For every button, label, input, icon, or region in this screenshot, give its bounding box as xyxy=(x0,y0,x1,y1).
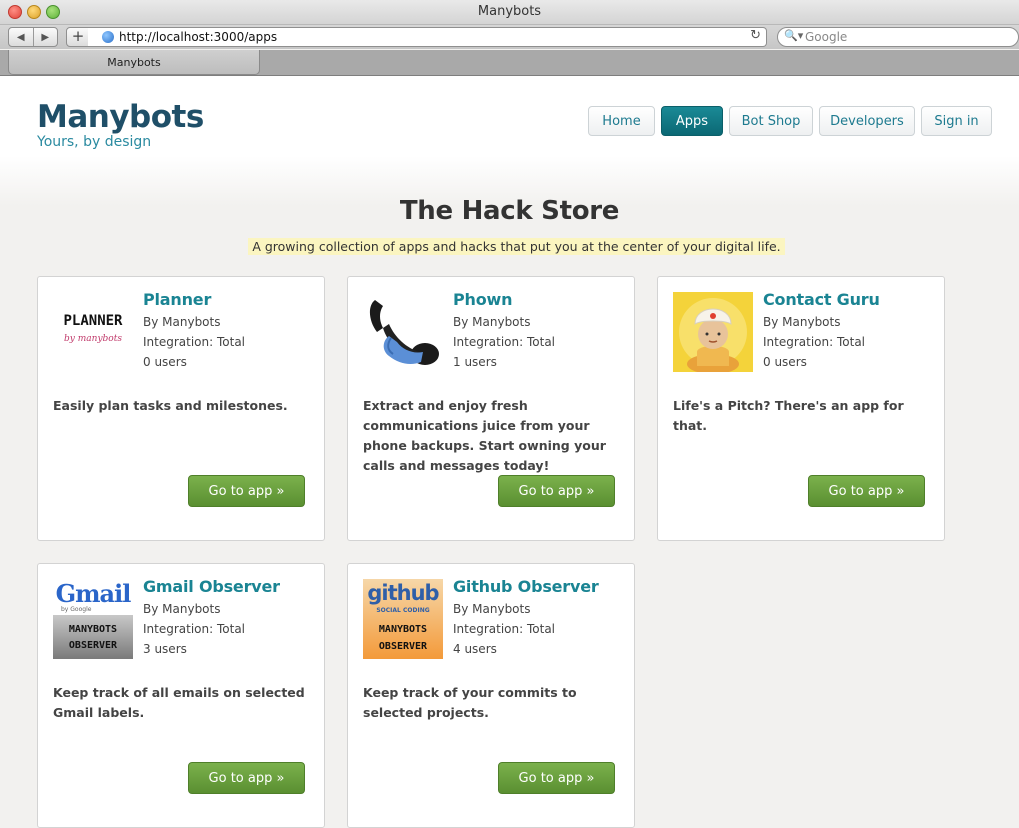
go-to-app-button[interactable]: Go to app » xyxy=(808,475,925,507)
app-card-contact-guru: Contact Guru By Manybots Integration: To… xyxy=(657,276,945,541)
guru-icon xyxy=(673,292,753,372)
subtitle-wrap: A growing collection of apps and hacks t… xyxy=(0,236,1019,255)
planner-logo-icon: PLANNER by manybots xyxy=(53,292,133,372)
app-users: 0 users xyxy=(143,355,187,369)
app-integration: Integration: Total xyxy=(763,335,866,349)
app-author: By Manybots xyxy=(143,315,221,329)
app-description: Keep track of all emails on selected Gma… xyxy=(53,685,305,720)
app-integration: Integration: Total xyxy=(453,335,556,349)
search-field[interactable]: 🔍▾ Google xyxy=(777,27,1019,47)
url-text: http://localhost:3000/apps xyxy=(119,30,278,44)
app-author: By Manybots xyxy=(763,315,841,329)
forward-button[interactable]: ▶ xyxy=(32,28,58,46)
page-subtitle: A growing collection of apps and hacks t… xyxy=(248,238,785,255)
window-title: Manybots xyxy=(477,4,542,19)
reload-icon[interactable]: ↻ xyxy=(750,28,761,43)
app-name[interactable]: Planner xyxy=(143,290,211,309)
back-arrow-icon: ◀ xyxy=(16,31,25,43)
plus-icon: + xyxy=(71,27,85,45)
brand[interactable]: Manybots Yours, by design xyxy=(37,100,204,150)
nav-bot-shop[interactable]: Bot Shop xyxy=(729,106,813,136)
nav-home[interactable]: Home xyxy=(588,106,655,136)
app-description: Easily plan tasks and milestones. xyxy=(53,398,288,413)
app-name[interactable]: Contact Guru xyxy=(763,290,880,309)
planner-logo-sub: by manybots xyxy=(64,334,122,344)
badge-line-1: MANYBOTS xyxy=(378,624,428,635)
back-button[interactable]: ◀ xyxy=(9,28,33,46)
app-name[interactable]: Phown xyxy=(453,290,512,309)
tab-bar: Manybots xyxy=(0,50,1019,76)
app-name[interactable]: Github Observer xyxy=(453,577,599,596)
brand-tagline: Yours, by design xyxy=(37,134,152,150)
app-card-gmail-observer: Gmail by Google MANYBOTS OBSERVER Gmail … xyxy=(37,563,325,828)
globe-icon xyxy=(102,31,114,43)
badge-line-2: OBSERVER xyxy=(68,640,118,651)
phone-icon xyxy=(363,292,443,372)
search-placeholder: Google xyxy=(805,30,848,44)
gmail-observer-logo-icon: Gmail by Google MANYBOTS OBSERVER xyxy=(53,579,133,659)
app-name[interactable]: Gmail Observer xyxy=(143,577,280,596)
app-card-planner: PLANNER by manybots Planner By Manybots … xyxy=(37,276,325,541)
go-to-app-button[interactable]: Go to app » xyxy=(188,475,305,507)
github-logo-text: github xyxy=(367,581,439,605)
go-to-app-button[interactable]: Go to app » xyxy=(498,762,615,794)
app-card-github-observer: github SOCIAL CODING MANYBOTS OBSERVER G… xyxy=(347,563,635,828)
app-integration: Integration: Total xyxy=(143,622,246,636)
tab-label: Manybots xyxy=(107,56,161,69)
nav-apps[interactable]: Apps xyxy=(661,106,723,136)
main-nav: Home Apps Bot Shop Developers Sign in xyxy=(588,106,992,136)
tab-manybots[interactable]: Manybots xyxy=(8,50,260,75)
badge-line-1: MANYBOTS xyxy=(68,624,118,635)
badge-line-2: OBSERVER xyxy=(378,641,428,652)
app-description: Extract and enjoy fresh communications j… xyxy=(363,398,606,473)
app-description: Keep track of your commits to selected p… xyxy=(363,685,577,720)
app-users: 3 users xyxy=(143,642,187,656)
nav-developers[interactable]: Developers xyxy=(819,106,915,136)
app-author: By Manybots xyxy=(453,602,531,616)
go-to-app-button[interactable]: Go to app » xyxy=(498,475,615,507)
brand-name: Manybots xyxy=(37,99,204,135)
history-buttons: ◀ ▶ xyxy=(8,27,58,47)
gmail-logo-text: Gmail xyxy=(55,579,132,608)
page: Manybots Yours, by design Home Apps Bot … xyxy=(0,76,1019,828)
forward-arrow-icon: ▶ xyxy=(41,31,50,43)
magnifier-icon: 🔍▾ xyxy=(784,29,804,42)
address-bar[interactable]: http://localhost:3000/apps ↻ xyxy=(88,27,767,47)
add-bookmark-button[interactable]: + xyxy=(66,27,90,47)
app-integration: Integration: Total xyxy=(453,622,556,636)
browser-toolbar: ◀ ▶ + http://localhost:3000/apps ↻ 🔍▾ Go… xyxy=(0,25,1019,49)
github-observer-logo-icon: github SOCIAL CODING MANYBOTS OBSERVER xyxy=(363,579,443,659)
nav-sign-in[interactable]: Sign in xyxy=(921,106,992,136)
app-card-phown: Phown By Manybots Integration: Total 1 u… xyxy=(347,276,635,541)
app-users: 1 users xyxy=(453,355,497,369)
go-to-app-button[interactable]: Go to app » xyxy=(188,762,305,794)
app-author: By Manybots xyxy=(453,315,531,329)
app-description: Life's a Pitch? There's an app for that. xyxy=(673,398,904,433)
app-users: 4 users xyxy=(453,642,497,656)
app-users: 0 users xyxy=(763,355,807,369)
app-integration: Integration: Total xyxy=(143,335,246,349)
app-author: By Manybots xyxy=(143,602,221,616)
github-logo-sub: SOCIAL CODING xyxy=(376,607,430,614)
gmail-logo-sub: by Google xyxy=(61,606,92,613)
window-titlebar: Manybots xyxy=(0,0,1019,25)
observer-badge: MANYBOTS OBSERVER xyxy=(53,615,133,659)
page-title: The Hack Store xyxy=(399,196,620,226)
planner-logo-text: PLANNER xyxy=(63,313,123,329)
